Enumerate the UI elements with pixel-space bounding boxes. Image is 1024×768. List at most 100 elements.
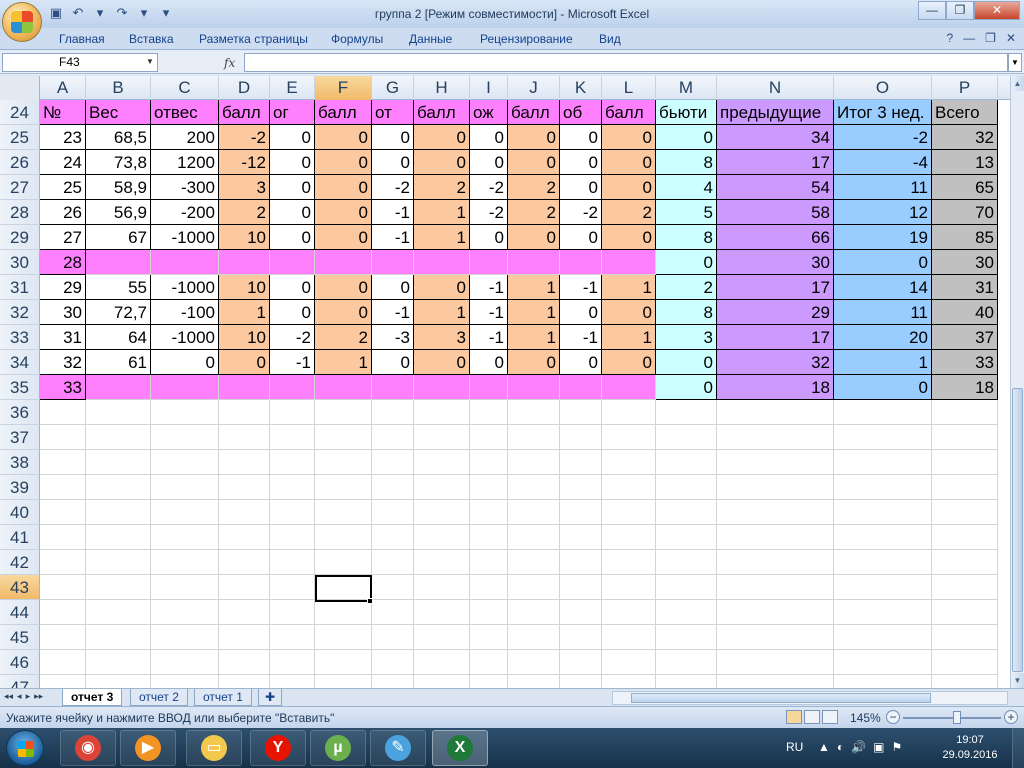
cell-B35[interactable]: [86, 375, 151, 400]
cell-K41[interactable]: [560, 525, 602, 550]
cell-P41[interactable]: [932, 525, 998, 550]
cell-A38[interactable]: [40, 450, 86, 475]
cell-G32[interactable]: -1: [372, 300, 414, 325]
cell-N34[interactable]: 32: [717, 350, 834, 375]
cell-B44[interactable]: [86, 600, 151, 625]
cell-F25[interactable]: 0: [315, 125, 372, 150]
cell-A43[interactable]: [40, 575, 86, 600]
cell-L36[interactable]: [602, 400, 656, 425]
cell-I43[interactable]: [470, 575, 508, 600]
cell-E28[interactable]: 0: [270, 200, 315, 225]
close-button[interactable]: ✕: [974, 1, 1020, 20]
cell-B24[interactable]: Вес: [86, 100, 151, 125]
cell-K42[interactable]: [560, 550, 602, 575]
cell-D29[interactable]: 10: [219, 225, 270, 250]
cell-C35[interactable]: [151, 375, 219, 400]
cell-M25[interactable]: 0: [656, 125, 717, 150]
cell-F36[interactable]: [315, 400, 372, 425]
zoom-level[interactable]: 145%: [850, 711, 881, 725]
cell-A30[interactable]: 28: [40, 250, 86, 275]
tab-page-layout[interactable]: Разметка страницы: [199, 32, 308, 46]
cell-J24[interactable]: балл: [508, 100, 560, 125]
cell-H27[interactable]: 2: [414, 175, 470, 200]
cell-N27[interactable]: 54: [717, 175, 834, 200]
cell-G24[interactable]: от: [372, 100, 414, 125]
cell-G28[interactable]: -1: [372, 200, 414, 225]
cell-C29[interactable]: -1000: [151, 225, 219, 250]
cell-P42[interactable]: [932, 550, 998, 575]
row-header-24[interactable]: 24: [0, 100, 40, 125]
cell-E25[interactable]: 0: [270, 125, 315, 150]
cell-D31[interactable]: 10: [219, 275, 270, 300]
cell-E33[interactable]: -2: [270, 325, 315, 350]
cell-L26[interactable]: 0: [602, 150, 656, 175]
cell-E41[interactable]: [270, 525, 315, 550]
cell-N35[interactable]: 18: [717, 375, 834, 400]
cell-K44[interactable]: [560, 600, 602, 625]
cell-O26[interactable]: -4: [834, 150, 932, 175]
cell-J28[interactable]: 2: [508, 200, 560, 225]
cell-N47[interactable]: [717, 675, 834, 688]
column-header-D[interactable]: D: [219, 76, 270, 100]
cell-F46[interactable]: [315, 650, 372, 675]
zoom-out-button[interactable]: −: [886, 710, 900, 724]
cell-P45[interactable]: [932, 625, 998, 650]
row-header-43[interactable]: 43: [0, 575, 40, 600]
cell-N36[interactable]: [717, 400, 834, 425]
cell-F47[interactable]: [315, 675, 372, 688]
cell-N33[interactable]: 17: [717, 325, 834, 350]
column-header-E[interactable]: E: [270, 76, 315, 100]
cell-I32[interactable]: -1: [470, 300, 508, 325]
cell-M26[interactable]: 8: [656, 150, 717, 175]
cell-P39[interactable]: [932, 475, 998, 500]
cell-I25[interactable]: 0: [470, 125, 508, 150]
row-header-27[interactable]: 27: [0, 175, 40, 200]
column-header-F[interactable]: F: [315, 76, 372, 100]
restore-button[interactable]: ❐: [946, 1, 974, 20]
cell-B38[interactable]: [86, 450, 151, 475]
cell-M41[interactable]: [656, 525, 717, 550]
cell-N31[interactable]: 17: [717, 275, 834, 300]
cell-J35[interactable]: [508, 375, 560, 400]
column-header-G[interactable]: G: [372, 76, 414, 100]
cell-H42[interactable]: [414, 550, 470, 575]
cell-H28[interactable]: 1: [414, 200, 470, 225]
cell-D30[interactable]: [219, 250, 270, 275]
cell-A45[interactable]: [40, 625, 86, 650]
row-header-33[interactable]: 33: [0, 325, 40, 350]
column-header-H[interactable]: H: [414, 76, 470, 100]
cell-I45[interactable]: [470, 625, 508, 650]
cell-P29[interactable]: 85: [932, 225, 998, 250]
cell-P30[interactable]: 30: [932, 250, 998, 275]
last-sheet-icon[interactable]: ▸▸: [34, 691, 43, 702]
cell-F24[interactable]: балл: [315, 100, 372, 125]
cell-O33[interactable]: 20: [834, 325, 932, 350]
cell-B39[interactable]: [86, 475, 151, 500]
cell-C44[interactable]: [151, 600, 219, 625]
cell-E46[interactable]: [270, 650, 315, 675]
help-icon[interactable]: ?: [946, 31, 953, 45]
cell-E24[interactable]: ог: [270, 100, 315, 125]
cell-I33[interactable]: -1: [470, 325, 508, 350]
scroll-down-icon[interactable]: ▼: [1011, 673, 1024, 688]
cell-M46[interactable]: [656, 650, 717, 675]
cell-E42[interactable]: [270, 550, 315, 575]
cell-M47[interactable]: [656, 675, 717, 688]
cell-H32[interactable]: 1: [414, 300, 470, 325]
cell-F30[interactable]: [315, 250, 372, 275]
row-header-26[interactable]: 26: [0, 150, 40, 175]
cell-J40[interactable]: [508, 500, 560, 525]
cell-I36[interactable]: [470, 400, 508, 425]
cell-F38[interactable]: [315, 450, 372, 475]
cell-G31[interactable]: 0: [372, 275, 414, 300]
name-box[interactable]: F43: [2, 53, 158, 72]
cell-G34[interactable]: 0: [372, 350, 414, 375]
cell-I24[interactable]: ож: [470, 100, 508, 125]
cell-A28[interactable]: 26: [40, 200, 86, 225]
cell-A42[interactable]: [40, 550, 86, 575]
cell-M24[interactable]: бьюти: [656, 100, 717, 125]
cell-A25[interactable]: 23: [40, 125, 86, 150]
cell-P36[interactable]: [932, 400, 998, 425]
column-header-N[interactable]: N: [717, 76, 834, 100]
cell-J39[interactable]: [508, 475, 560, 500]
